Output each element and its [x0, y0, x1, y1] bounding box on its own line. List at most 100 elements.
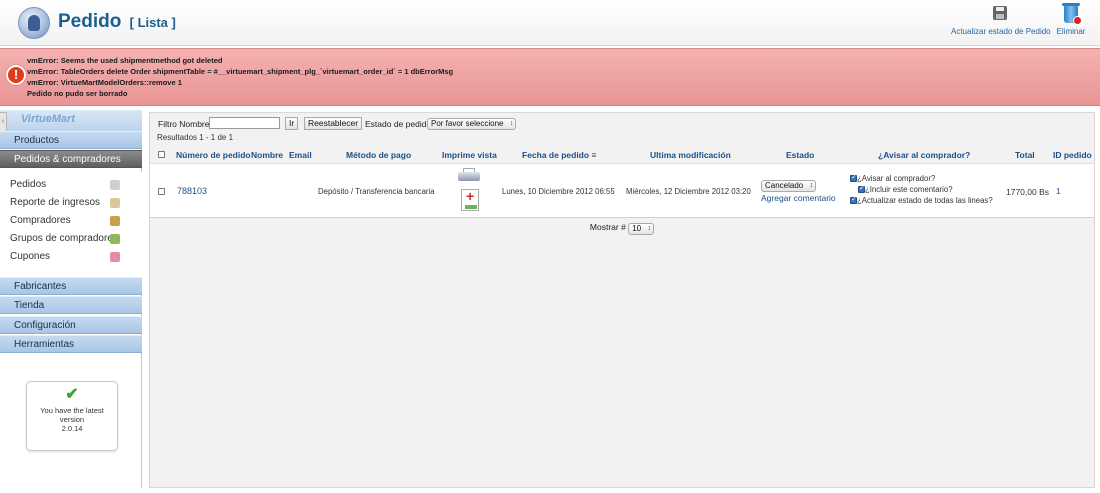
virtuemart-logo-text: VirtueMart [21, 113, 75, 125]
orders-icon [110, 180, 120, 190]
version-status-box: ✔ You have the latest version 2.0.14 [26, 381, 118, 451]
checkmark-icon: ✔ [65, 386, 79, 403]
sort-icon: ≡ [591, 150, 597, 160]
show-count-value: 10 [632, 224, 642, 233]
sidebar-item-label: Herramientas [14, 339, 75, 350]
update-order-status-button[interactable]: Actualizar estado de Pedido [951, 6, 1051, 36]
column-header-payment[interactable]: Método de pago [346, 150, 411, 160]
page-subtitle: [ Lista ] [129, 15, 176, 30]
results-count: Resultados 1 - 1 de 1 [157, 133, 234, 142]
page-title: Pedido [ Lista ] [58, 11, 176, 33]
checkbox-checked-icon[interactable] [850, 195, 857, 204]
virtuemart-logo-icon [18, 7, 50, 39]
column-header-name[interactable]: Nombre [251, 150, 283, 160]
checkbox-checked-icon[interactable] [858, 184, 865, 193]
sidebar-item-configuracion[interactable]: Configuración [0, 316, 142, 334]
go-button[interactable]: Ir [285, 117, 299, 130]
sidebar-submenu: Pedidos Reporte de ingresos Compradores … [0, 172, 142, 280]
virtuemart-logo: VirtueMart [21, 113, 75, 125]
sidebar-subitem-label: Cupones [10, 251, 51, 262]
packing-slip-icon[interactable] [461, 189, 479, 211]
column-header-order-date[interactable]: Fecha de pedido ≡ [522, 150, 596, 160]
version-line: version [59, 415, 85, 424]
update-all-lines-option[interactable]: ¿Actualizar estado de todas las lineas? [850, 195, 993, 205]
sidebar-item-label: Configuración [14, 320, 76, 331]
sidebar-subitem-compradores[interactable]: Compradores [0, 212, 142, 230]
sidebar-subitem-reporte[interactable]: Reporte de ingresos [0, 194, 142, 212]
trash-icon [1062, 3, 1082, 25]
update-order-status-label: Actualizar estado de Pedido [951, 27, 1051, 36]
error-line: vmError: Seems the used shipmentmethod g… [27, 56, 223, 65]
version-number: 2.0.14 [61, 424, 83, 433]
column-header-order-number[interactable]: Número de pedido [176, 150, 251, 160]
column-header-notify: ¿Avisar al comprador? [878, 150, 971, 160]
sidebar-item-label: Tienda [14, 300, 45, 311]
order-status-label: Estado de pedido: [365, 119, 434, 129]
sidebar-item-pedidos-compradores[interactable]: Pedidos & compradores [0, 150, 142, 168]
sidebar-item-fabricantes[interactable]: Fabricantes [0, 277, 142, 295]
sidebar-item-herramientas[interactable]: Herramientas [0, 335, 142, 353]
include-comment-label: ¿Incluir este comentario? [865, 185, 953, 194]
column-header-total[interactable]: Total [1015, 150, 1035, 160]
order-number-link[interactable]: 788103 [177, 186, 207, 196]
sidebar: ‹ VirtueMart Productos Pedidos & comprad… [0, 110, 142, 488]
sidebar-item-productos[interactable]: Productos [0, 131, 142, 149]
show-count-label: Mostrar # [589, 222, 626, 232]
select-all-checkbox[interactable] [158, 151, 165, 158]
update-all-lines-label: ¿Actualizar estado de todas las lineas? [857, 196, 993, 205]
delete-button[interactable]: Eliminar [1054, 3, 1088, 36]
report-icon [110, 198, 120, 208]
reset-button[interactable]: Reestablecer [304, 117, 363, 130]
column-header-print-view: Imprime vista [442, 150, 497, 160]
print-icon[interactable] [458, 168, 480, 184]
save-icon [993, 6, 1007, 20]
sidebar-subitem-label: Compradores [10, 215, 71, 226]
error-line: vmError: TableOrders delete Order shipme… [27, 67, 454, 76]
pagination-bar: Mostrar # 10 [150, 222, 1094, 237]
order-date: Lunes, 10 Diciembre 2012 06:55 [502, 187, 615, 196]
order-id-link[interactable]: 1 [1056, 186, 1061, 196]
add-comment-link[interactable]: Agregar comentario [761, 193, 836, 203]
filter-name-input[interactable] [209, 117, 280, 129]
filter-name-label: Filtro Nombre: [158, 119, 212, 129]
row-checkbox[interactable] [158, 188, 165, 195]
sidebar-item-label: Productos [14, 135, 60, 146]
sidebar-subitem-label: Grupos de compradores [10, 233, 118, 244]
sidebar-subitem-pedidos[interactable]: Pedidos [0, 176, 142, 194]
notify-customer-option[interactable]: ¿Avisar al comprador? [850, 173, 936, 183]
column-header-modified[interactable]: Ultima modificación [650, 150, 731, 160]
order-status-select[interactable]: Por favor seleccione [427, 118, 517, 130]
delete-label: Eliminar [1056, 27, 1086, 36]
show-count-select[interactable]: 10 [628, 223, 655, 235]
collapse-sidebar-icon[interactable]: ‹ [0, 112, 7, 132]
order-status-value: Por favor seleccione [431, 119, 504, 128]
error-line: vmError: VirtueMartModelOrders::remove 1 [27, 78, 182, 87]
group-icon [110, 234, 120, 244]
error-message-box: ! vmError: Seems the used shipmentmethod… [0, 48, 1100, 106]
column-header-id[interactable]: ID pedido [1053, 150, 1092, 160]
sidebar-item-label: Fabricantes [14, 281, 67, 292]
payment-method: Depósito / Transferencia bancaria [318, 187, 435, 196]
sidebar-subitem-label: Pedidos [10, 179, 47, 190]
notify-options: ¿Avisar al comprador? ¿Incluir este come… [850, 173, 1000, 210]
order-status-dropdown-value: Cancelado [765, 181, 804, 190]
main-content: Filtro Nombre: Ir Reestablecer Estado de… [149, 112, 1095, 488]
column-header-email[interactable]: Email [289, 150, 312, 160]
sidebar-subitem-cupones[interactable]: Cupones [0, 248, 142, 266]
sidebar-item-tienda[interactable]: Tienda [0, 296, 142, 314]
include-comment-option[interactable]: ¿Incluir este comentario? [858, 184, 953, 194]
error-icon: ! [6, 65, 26, 85]
notify-customer-label: ¿Avisar al comprador? [857, 174, 936, 183]
version-line: You have the latest [40, 406, 104, 415]
error-line: Pedido no pudo ser borrado [27, 89, 128, 98]
column-header-status[interactable]: Estado [786, 150, 814, 160]
sidebar-subitem-label: Reporte de ingresos [10, 197, 101, 208]
sidebar-subitem-grupos[interactable]: Grupos de compradores [0, 230, 142, 248]
column-header-label: Fecha de pedido [522, 150, 590, 160]
checkbox-checked-icon[interactable] [850, 173, 857, 182]
order-total: 1770,00 Bs [1006, 187, 1050, 197]
order-status-dropdown[interactable]: Cancelado [761, 180, 817, 192]
page-header: Pedido [ Lista ] Actualizar estado de Pe… [0, 0, 1100, 46]
users-icon [110, 216, 120, 226]
table-header: Número de pedido Nombre Email Método de … [150, 146, 1094, 162]
